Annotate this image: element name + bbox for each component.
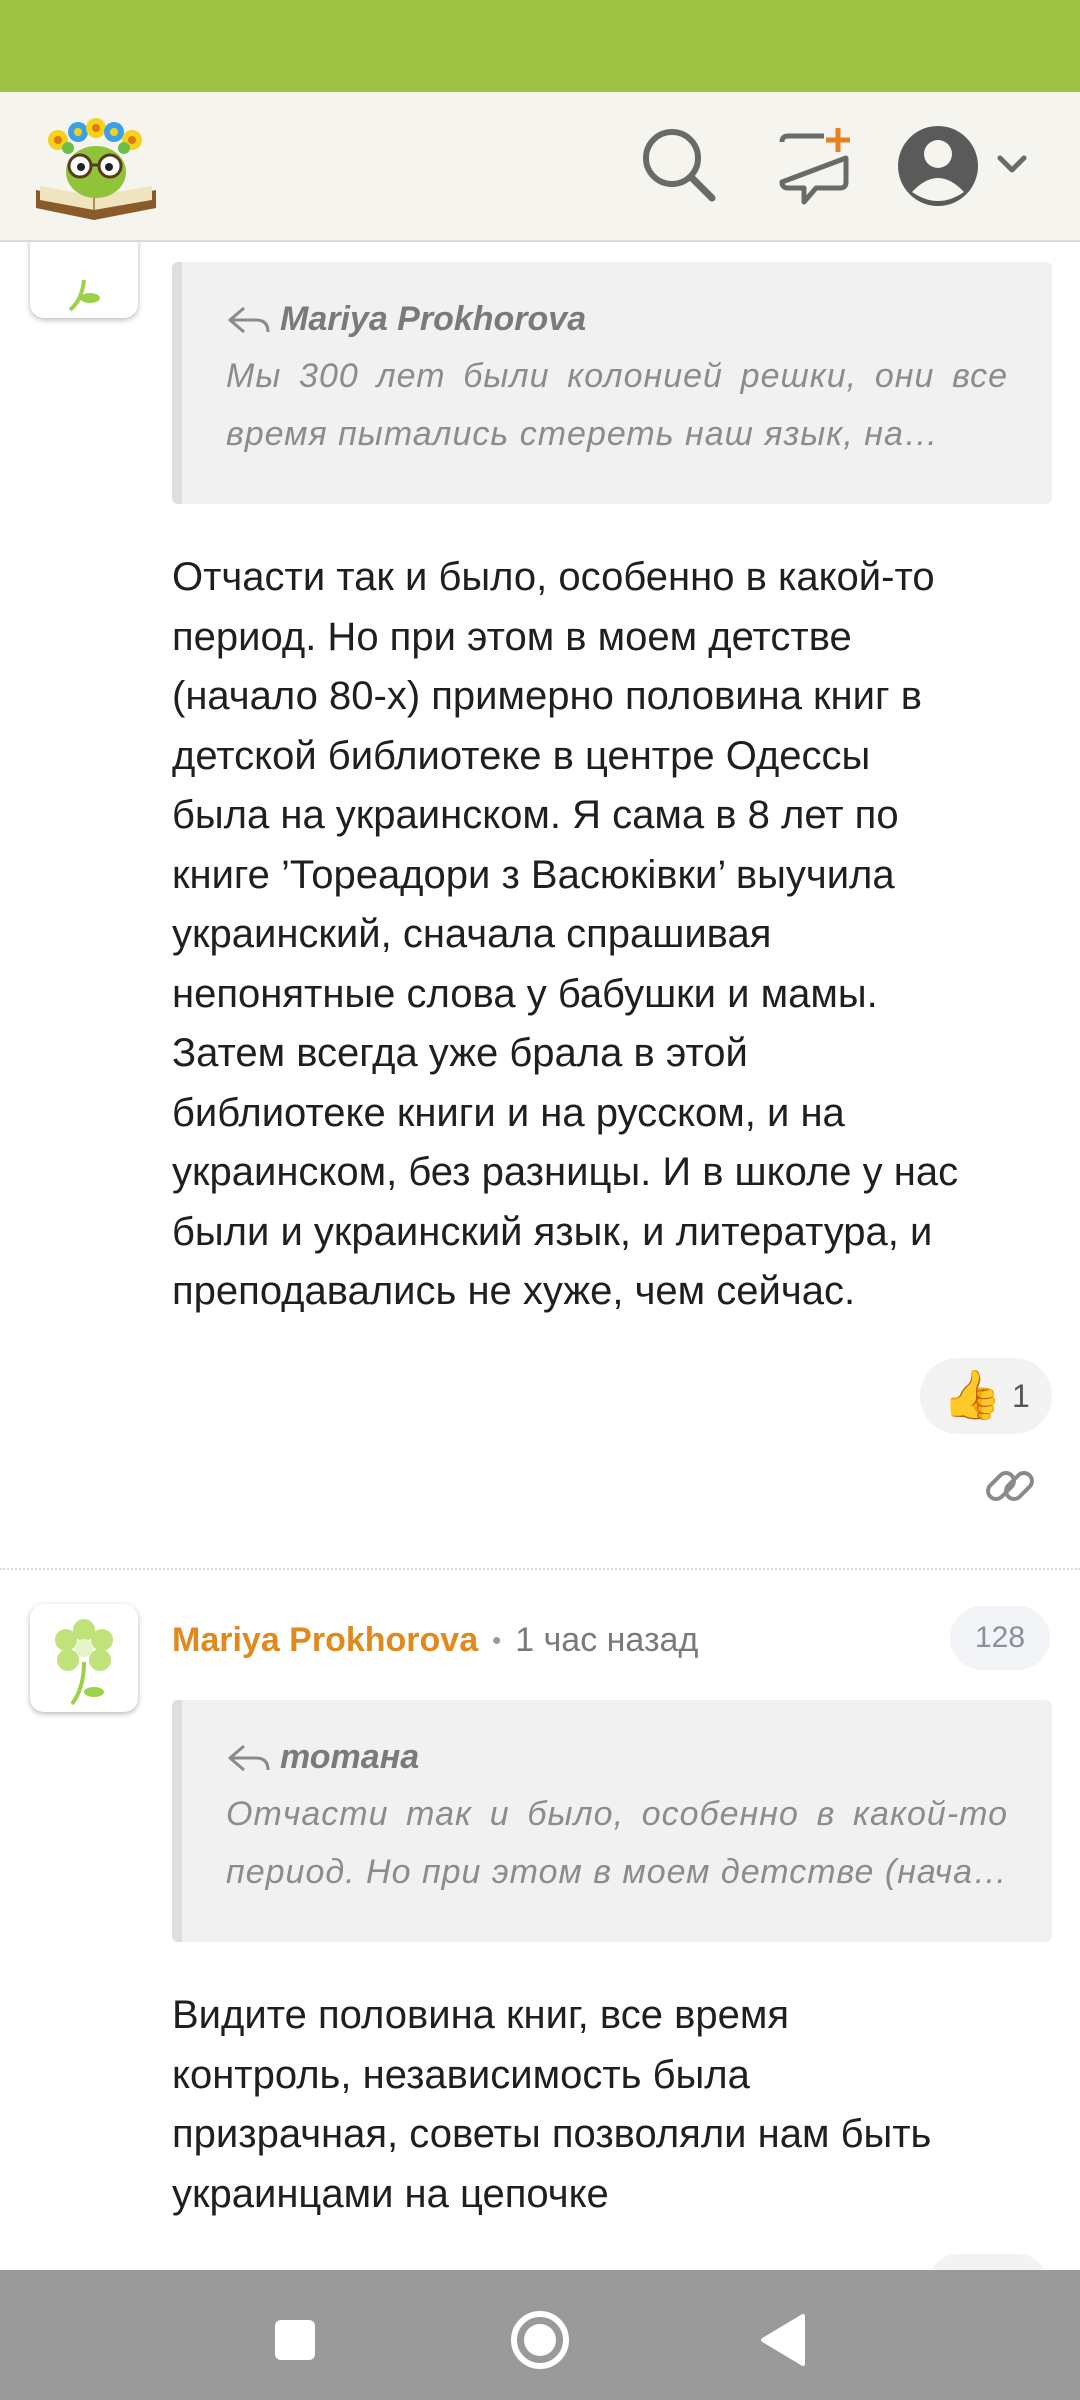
comment-author[interactable]: Mariya Prokhorova [172, 1621, 478, 1660]
triangle-back-icon [761, 2314, 805, 2366]
site-logo[interactable] [32, 110, 160, 222]
new-post-icon [779, 128, 850, 205]
link-icon [986, 1471, 1034, 1501]
quote-author[interactable]: Mariya Prokhorova [280, 300, 586, 339]
comment-meta: Mariya Prokhorova • 1 час назад [172, 1610, 698, 1670]
square-icon [275, 2320, 315, 2360]
avatar[interactable] [30, 242, 138, 318]
search-button[interactable] [632, 118, 728, 214]
reply-quote[interactable]: тотана Отчасти так и было, особенно в ка… [172, 1700, 1052, 1942]
clover-flower-icon [55, 1619, 113, 1706]
comments-feed[interactable]: Mariya Prokhorova Мы 300 лет были колони… [0, 242, 1080, 2270]
app-header [0, 92, 1080, 242]
permalink-button[interactable] [980, 1456, 1040, 1516]
like-button[interactable] [928, 2254, 1048, 2270]
account-icon [898, 126, 1027, 206]
like-button[interactable]: 👍 1 [920, 1358, 1052, 1434]
circle-home-icon [511, 2311, 569, 2369]
meta-separator: • [492, 1624, 502, 1655]
thumbs-up-icon: 👍 [942, 1369, 1002, 1422]
recents-button[interactable] [255, 2300, 335, 2380]
search-icon [643, 129, 716, 202]
reply-quote[interactable]: Mariya Prokhorova Мы 300 лет были колони… [172, 262, 1052, 504]
home-button[interactable] [500, 2300, 580, 2380]
comment-count-badge[interactable]: 128 [950, 1606, 1050, 1670]
comment-body: Отчасти так и было, особенно в какой-то … [172, 555, 959, 1313]
quote-text: Мы 300 лет были колонией решки, они все … [226, 357, 1008, 453]
quote-text: Отчасти так и было, особенно в какой-то … [226, 1795, 1008, 1891]
like-count: 1 [1011, 1377, 1030, 1414]
system-nav-bar [0, 2270, 1080, 2400]
reply-arrow-icon [228, 306, 270, 333]
new-post-button[interactable] [764, 118, 860, 214]
comment-body: Видите половина книг, все время контроль… [172, 1993, 932, 2216]
account-menu-button[interactable] [896, 118, 1036, 214]
avatar[interactable] [30, 1604, 138, 1712]
reply-arrow-icon [228, 1744, 270, 1771]
quote-author[interactable]: тотана [280, 1738, 419, 1777]
comment-divider [0, 1568, 1080, 1570]
status-bar [0, 0, 1080, 92]
comment-time[interactable]: 1 час назад [515, 1621, 698, 1660]
back-button[interactable] [745, 2300, 825, 2380]
clover-flower-icon [68, 279, 100, 312]
